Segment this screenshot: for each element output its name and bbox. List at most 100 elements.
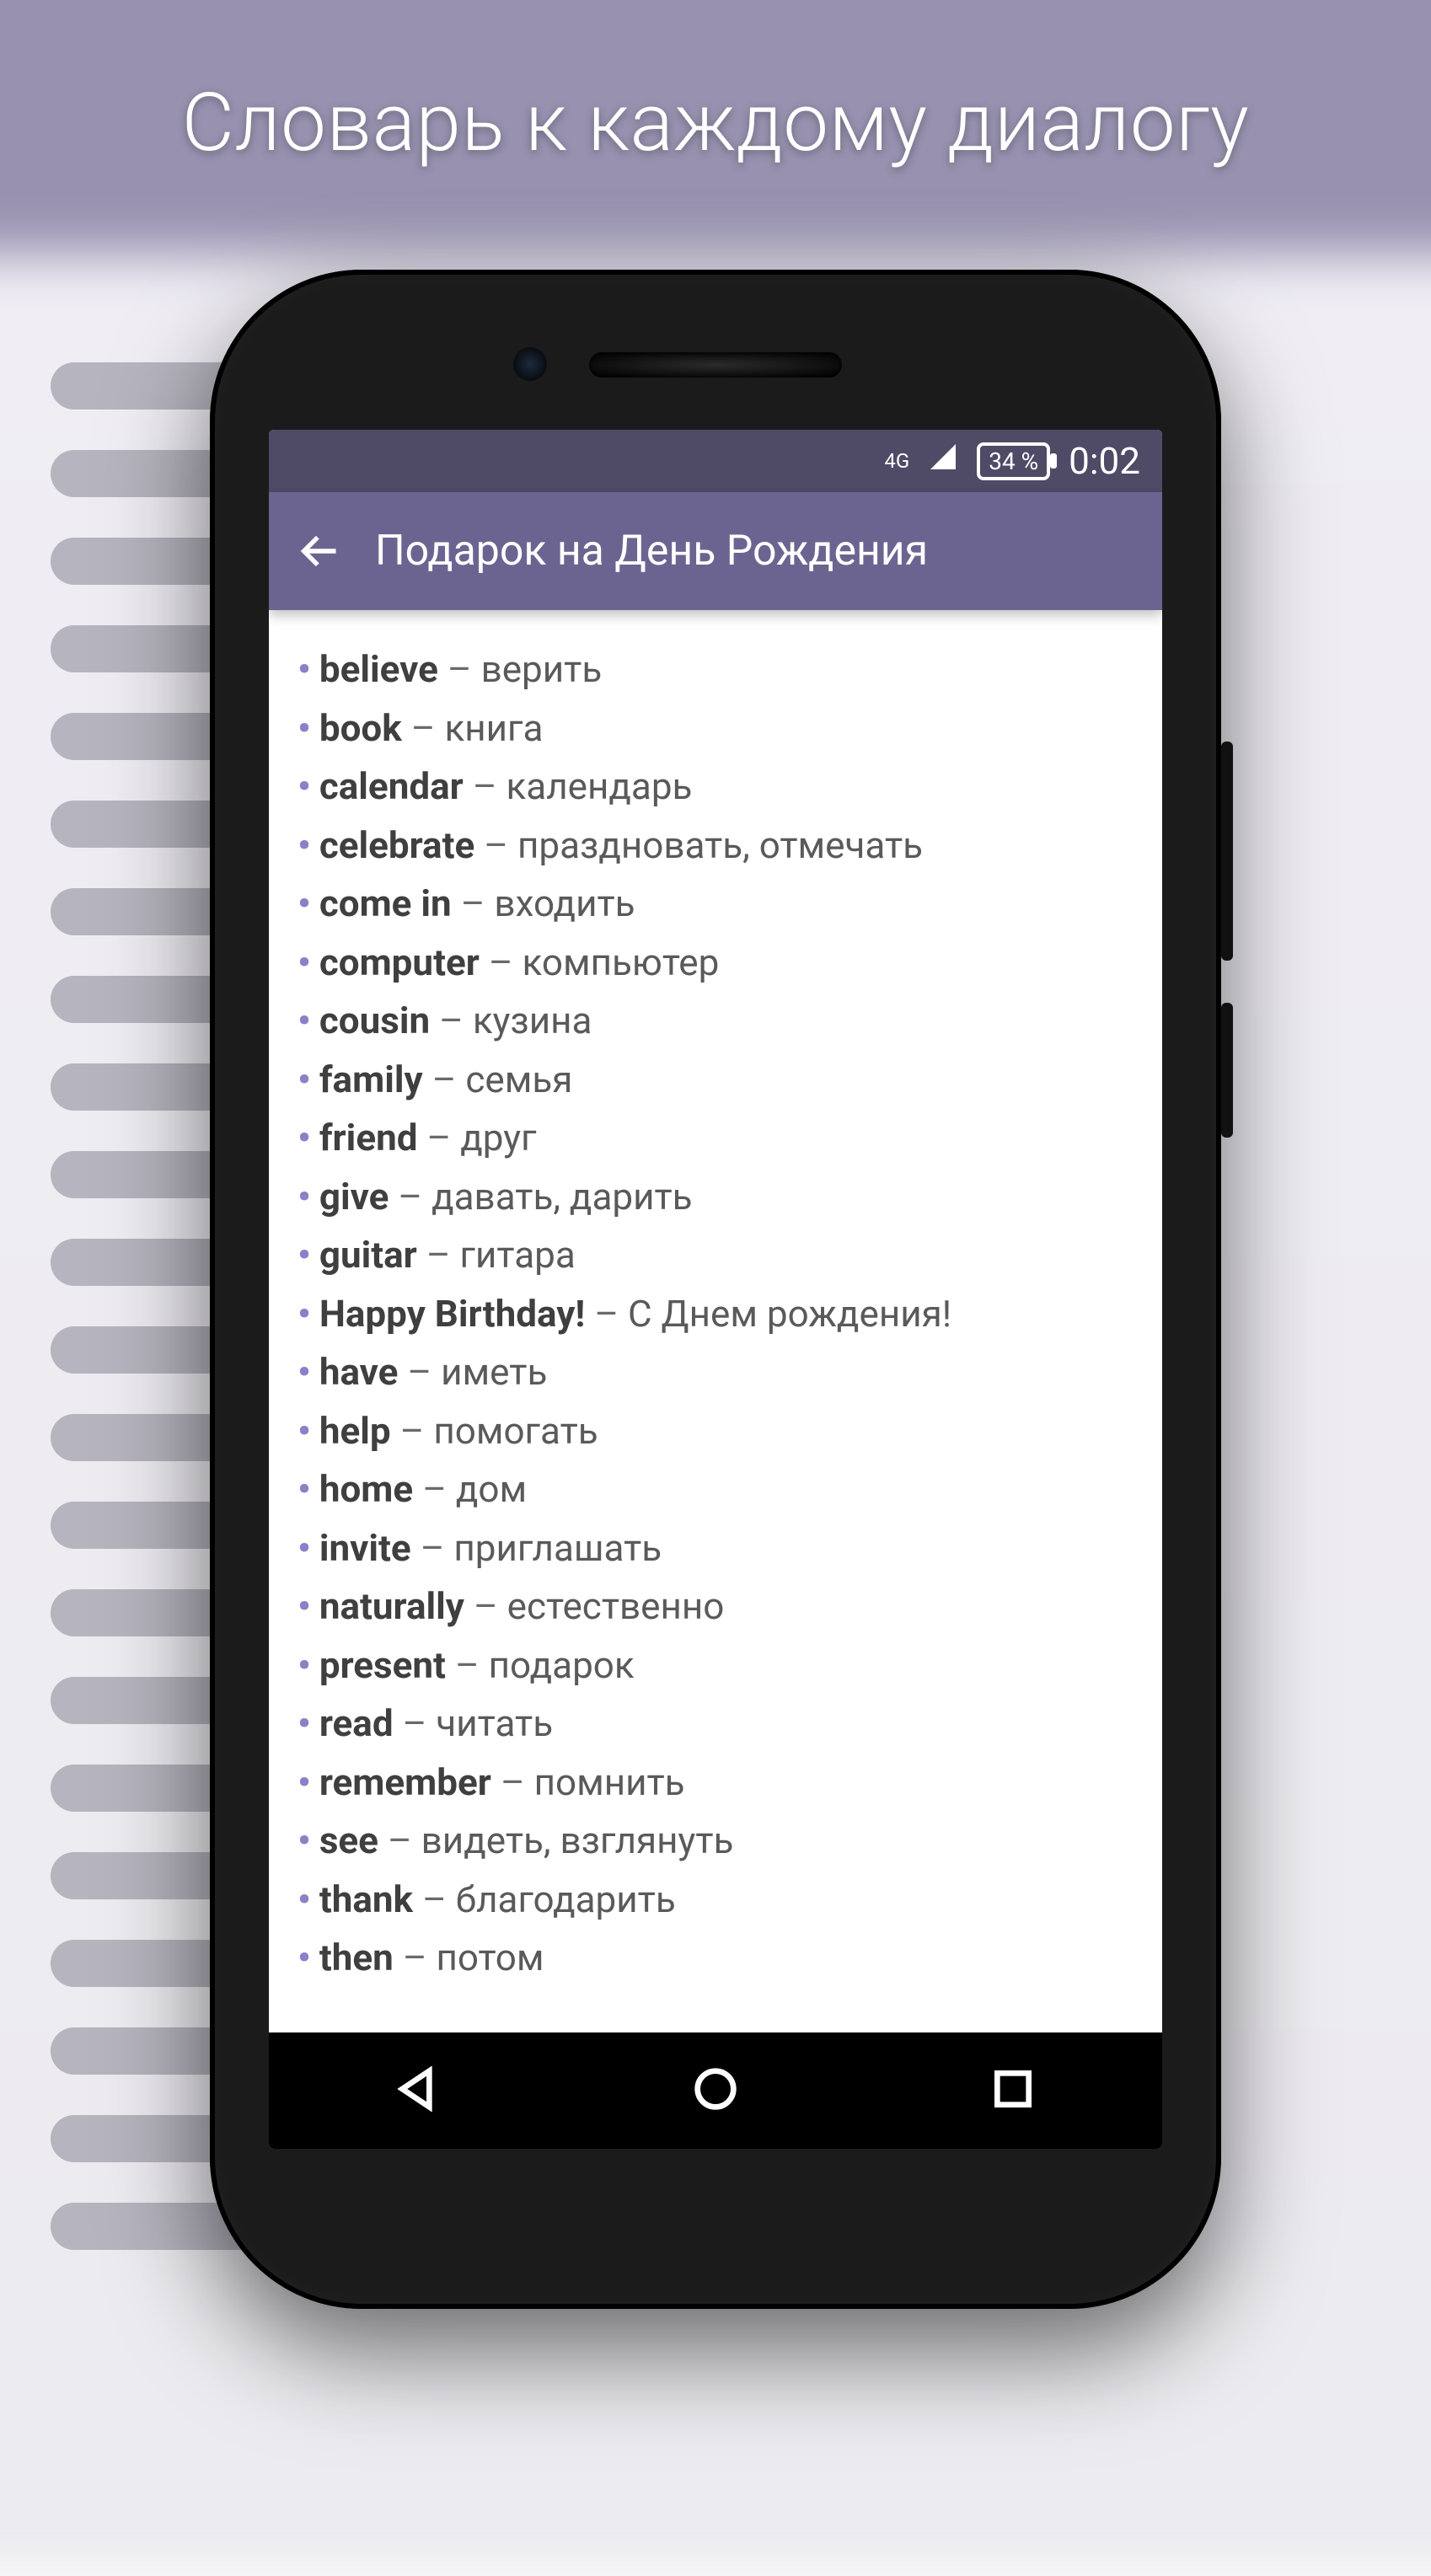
vocab-word: come in [319, 881, 452, 925]
nav-home-button[interactable] [689, 2062, 742, 2119]
vocab-translation: праздновать, отмечать [517, 823, 923, 867]
bullet-icon: • [297, 706, 311, 750]
vocab-translation: календарь [506, 764, 693, 808]
vocab-translation: давать, дарить [431, 1175, 693, 1218]
vocab-entry: •naturally – естественно [297, 1577, 1134, 1636]
separator: – [402, 706, 445, 750]
vocab-word: present [319, 1643, 446, 1687]
vocab-entry: •thank – благодарить [297, 1871, 1134, 1930]
bullet-icon: • [297, 1350, 311, 1394]
vocab-translation: читать [436, 1701, 553, 1745]
vocab-word: book [319, 706, 402, 750]
bullet-icon: • [297, 1467, 311, 1511]
vocab-translation: гитара [460, 1233, 576, 1277]
bullet-icon: • [297, 1526, 311, 1570]
nav-back-button[interactable] [391, 2062, 445, 2119]
vocab-word: help [319, 1409, 391, 1453]
vocab-entry: •book – книга [297, 699, 1134, 758]
vocab-entry: •Happy Birthday! – С Днем рождения! [297, 1285, 1134, 1344]
vocabulary-list[interactable]: •believe – верить•book – книга•calendar … [269, 610, 1162, 2018]
separator: – [423, 1058, 466, 1101]
status-bar: 4G 34 % 0:02 [269, 430, 1162, 492]
separator: – [418, 1116, 461, 1159]
bullet-icon: • [297, 1409, 311, 1453]
arrow-left-icon [297, 529, 341, 573]
network-label: 4G [884, 451, 909, 471]
vocab-translation: компьютер [523, 940, 720, 984]
vocab-entry: •invite – приглашать [297, 1519, 1134, 1578]
vocab-word: naturally [319, 1584, 464, 1628]
android-nav-bar [269, 2032, 1162, 2149]
vocab-translation: друг [460, 1116, 536, 1159]
separator: – [464, 1584, 507, 1628]
separator: – [391, 1409, 434, 1453]
circle-home-icon [689, 2062, 742, 2116]
vocab-word: home [319, 1467, 413, 1511]
vocab-word: calendar [319, 764, 464, 808]
bullet-icon: • [297, 1701, 311, 1745]
separator: – [389, 1175, 431, 1218]
vocab-translation: благодарить [456, 1877, 676, 1921]
phone-side-button [1221, 742, 1233, 961]
vocab-entry: •come in – входить [297, 875, 1134, 934]
bullet-icon: • [297, 1116, 311, 1159]
vocab-translation: потом [436, 1936, 544, 1979]
vocab-word: then [319, 1936, 394, 1979]
vocab-entry: •then – потом [297, 1929, 1134, 1988]
vocab-translation: С Днем рождения! [628, 1292, 951, 1336]
separator: – [438, 647, 481, 691]
battery-percent: 34 % [989, 447, 1038, 475]
vocab-word: computer [319, 940, 480, 984]
vocab-word: read [319, 1701, 394, 1745]
vocab-word: thank [319, 1877, 413, 1921]
separator: – [394, 1701, 437, 1745]
bullet-icon: • [297, 1877, 311, 1921]
separator: – [474, 823, 517, 867]
vocab-translation: семья [465, 1058, 572, 1101]
separator: – [378, 1818, 421, 1862]
clock: 0:02 [1069, 439, 1140, 483]
vocab-translation: дом [456, 1467, 527, 1511]
separator: – [464, 764, 506, 808]
bullet-icon: • [297, 940, 311, 984]
vocab-entry: •celebrate – праздновать, отмечать [297, 817, 1134, 876]
vocab-entry: •see – видеть, взглянуть [297, 1812, 1134, 1871]
vocab-word: guitar [319, 1233, 417, 1277]
bullet-icon: • [297, 1058, 311, 1101]
vocab-entry: •friend – друг [297, 1109, 1134, 1168]
bullet-icon: • [297, 1233, 311, 1277]
separator: – [417, 1233, 460, 1277]
vocab-entry: •help – помогать [297, 1402, 1134, 1461]
vocab-translation: подарок [489, 1643, 635, 1687]
vocab-word: remember [319, 1760, 491, 1804]
separator: – [430, 999, 473, 1042]
vocab-entry: •present – подарок [297, 1636, 1134, 1695]
vocab-entry: •calendar – календарь [297, 758, 1134, 817]
bullet-icon: • [297, 881, 311, 925]
separator: – [452, 881, 495, 925]
vocab-translation: иметь [441, 1350, 547, 1394]
battery-indicator: 34 % [977, 442, 1050, 480]
separator: – [585, 1292, 628, 1336]
bullet-icon: • [297, 1936, 311, 1979]
vocab-translation: книга [444, 706, 543, 750]
phone-screen: 4G 34 % 0:02 Подарок на День Рождения •b… [269, 430, 1162, 2149]
vocab-entry: •read – читать [297, 1695, 1134, 1754]
square-recent-icon [986, 2062, 1040, 2116]
vocab-word: cousin [319, 999, 430, 1042]
vocab-word: Happy Birthday! [319, 1292, 585, 1336]
vocab-entry: •remember – помнить [297, 1754, 1134, 1813]
signal-icon [928, 442, 958, 480]
bullet-icon: • [297, 1584, 311, 1628]
separator: – [411, 1526, 454, 1570]
nav-recent-button[interactable] [986, 2062, 1040, 2119]
vocab-entry: •home – дом [297, 1460, 1134, 1519]
vocab-translation: верить [481, 647, 603, 691]
vocab-word: give [319, 1175, 389, 1218]
vocab-translation: кузина [473, 999, 592, 1042]
vocab-translation: видеть, взглянуть [421, 1818, 734, 1862]
back-button[interactable] [294, 526, 345, 576]
phone-speaker [589, 352, 842, 378]
vocab-word: believe [319, 647, 438, 691]
vocab-word: see [319, 1818, 378, 1862]
